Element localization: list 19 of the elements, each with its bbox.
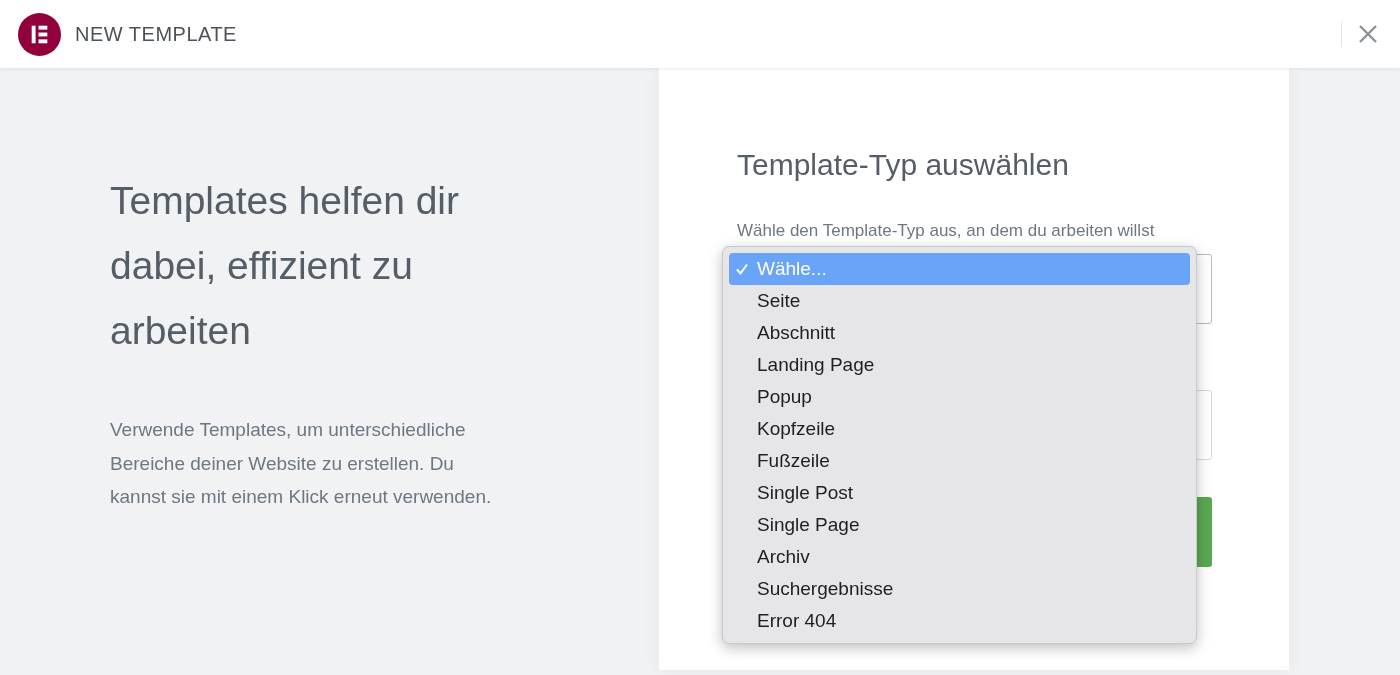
dropdown-option[interactable]: Single Post	[729, 477, 1190, 509]
form-description: Wähle den Template-Typ aus, an dem du arbeiten willst	[737, 222, 1156, 240]
logo-icon	[18, 12, 61, 56]
close-icon	[1358, 24, 1378, 44]
dropdown-option[interactable]: Error 404	[729, 605, 1190, 637]
dropdown-option[interactable]: Landing Page	[729, 349, 1190, 381]
check-icon	[735, 262, 749, 276]
dropdown-option[interactable]: Abschnitt	[729, 317, 1190, 349]
intro-text: Verwende Templates, um unterschiedliche Bereiche deiner Website zu erstellen. Du kannst sie mit einem Klick erneut verwenden.	[110, 418, 493, 509]
dropdown-option[interactable]: Suchergebnisse	[729, 573, 1190, 605]
dropdown-option[interactable]: Fußzeile	[729, 445, 1190, 477]
dropdown-option[interactable]: Kopfzeile	[729, 413, 1190, 445]
form-title: Template-Typ auswählen	[737, 148, 1070, 182]
dropdown-option[interactable]: Seite	[729, 285, 1190, 317]
intro-heading: Templates helfen dir dabei, effizient zu arbeiten	[110, 178, 461, 354]
dropdown-option[interactable]: Popup	[729, 381, 1190, 413]
dialog-title: NEW TEMPLATE	[75, 22, 237, 46]
dropdown-option[interactable]: Single Page	[729, 509, 1190, 541]
dropdown-option[interactable]: Archiv	[729, 541, 1190, 573]
